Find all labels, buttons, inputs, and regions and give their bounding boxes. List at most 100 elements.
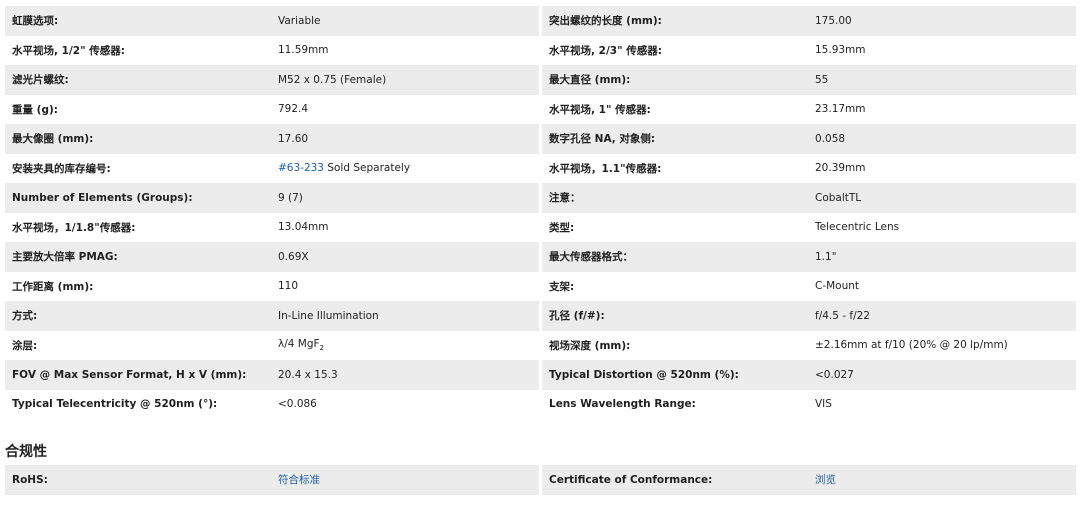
spec-row: 滤光片螺纹: M52 x 0.75 (Female) <box>5 65 539 95</box>
spec-label: 水平视场, 2/3" 传感器: <box>549 44 662 57</box>
spec-label: 主要放大倍率 PMAG: <box>12 251 118 264</box>
spec-label: 重量 (g): <box>12 103 58 116</box>
compliance-label: RoHS: <box>12 473 48 486</box>
spec-value: <0.027 <box>808 369 1076 381</box>
spec-value-text: 55 <box>815 73 829 86</box>
spec-value-text: C-Mount <box>815 280 860 293</box>
spec-value-text: λ/4 MgF <box>278 338 320 351</box>
spec-value-text: ±2.16mm at f/10 (20% @ 20 lp/mm) <box>815 339 1008 352</box>
spec-label: 滤光片螺纹: <box>12 74 69 87</box>
spec-row: 重量 (g): 792.4 <box>5 95 539 125</box>
rohs-compliant-link[interactable]: 符合标准 <box>278 474 320 486</box>
spec-value: 0.69X <box>271 251 539 263</box>
spec-label: 最大直径 (mm): <box>549 74 631 87</box>
spec-value-text: 1.1" <box>815 250 837 263</box>
spec-value-text: 792.4 <box>278 103 309 116</box>
spec-value: 9 (7) <box>271 192 539 204</box>
spec-row: 孔径 (f/#): f/4.5 - f/22 <box>542 301 1076 331</box>
spec-value-text: 17.60 <box>278 132 309 145</box>
spec-value-text: CobaltTL <box>815 191 862 204</box>
spec-value: 17.60 <box>271 133 539 145</box>
spec-label: 方式: <box>12 310 38 323</box>
spec-row: 工作距离 (mm): 110 <box>5 272 539 302</box>
spec-value: 23.17mm <box>808 103 1076 115</box>
spec-row: 最大像圈 (mm): 17.60 <box>5 124 539 154</box>
spec-row: 安装夹具的库存编号: #63-233 Sold Separately <box>5 154 539 184</box>
spec-value: 13.04mm <box>271 221 539 233</box>
spec-value: 0.058 <box>808 133 1076 145</box>
spec-value: 792.4 <box>271 103 539 115</box>
spec-value: Telecentric Lens <box>808 221 1076 233</box>
spec-value: Variable <box>271 15 539 27</box>
spec-value-text: Variable <box>278 14 321 27</box>
spec-value-text: 0.058 <box>815 132 846 145</box>
compliance-table: RoHS: 符合标准 Certificate of Conformance: 浏… <box>5 465 1076 495</box>
spec-label: FOV @ Max Sensor Format, H x V (mm): <box>12 368 247 381</box>
spec-label: 虹膜选项: <box>12 15 59 28</box>
compliance-right-column: Certificate of Conformance: 浏览 <box>542 465 1076 495</box>
spec-value: 175.00 <box>808 15 1076 27</box>
spec-value: 110 <box>271 280 539 292</box>
compliance-label: Certificate of Conformance: <box>549 473 713 486</box>
spec-row: Lens Wavelength Range: VIS <box>542 390 1076 420</box>
compliance-left-column: RoHS: 符合标准 <box>5 465 539 495</box>
spec-label: 涂层: <box>12 339 38 352</box>
spec-value: C-Mount <box>808 280 1076 292</box>
spec-value: M52 x 0.75 (Female) <box>271 74 539 86</box>
spec-row: Typical Telecentricity @ 520nm (°): <0.08… <box>5 390 539 420</box>
spec-label: Typical Telecentricity @ 520nm (°): <box>12 398 218 411</box>
spec-row: 水平视场，1/1.8"传感器: 13.04mm <box>5 213 539 243</box>
spec-row: 数字孔径 NA, 对象侧: 0.058 <box>542 124 1076 154</box>
spec-value-text: M52 x 0.75 (Female) <box>278 73 387 86</box>
spec-label: 水平视场，1/1.8"传感器: <box>12 221 136 234</box>
spec-value: <0.086 <box>271 398 539 410</box>
spec-row: 方式: In-Line Illumination <box>5 301 539 331</box>
spec-value-text: 110 <box>278 280 299 293</box>
spec-value-text: <0.027 <box>815 368 854 381</box>
spec-row: 突出螺纹的长度 (mm): 175.00 <box>542 6 1076 36</box>
spec-value-text: Telecentric Lens <box>815 221 900 234</box>
spec-row: 主要放大倍率 PMAG: 0.69X <box>5 242 539 272</box>
spec-label: 水平视场, 1/2" 传感器: <box>12 44 125 57</box>
spec-label: 支架: <box>549 280 575 293</box>
spec-label: 视场深度 (mm): <box>549 339 631 352</box>
spec-value: In-Line Illumination <box>271 310 539 322</box>
spec-label: 安装夹具的库存编号: <box>12 162 111 175</box>
spec-row: 最大直径 (mm): 55 <box>542 65 1076 95</box>
spec-row: 注意： CobaltTL <box>542 183 1076 213</box>
spec-value: f/4.5 - f/22 <box>808 310 1076 322</box>
specs-table: 虹膜选项: Variable 水平视场, 1/2" 传感器: 11.59mm 滤光片螺纹… <box>5 6 1076 419</box>
spec-value-text: 23.17mm <box>815 103 866 116</box>
spec-value-text: 175.00 <box>815 14 852 27</box>
spec-row: Typical Distortion @ 520nm (%): <0.027 <box>542 360 1076 390</box>
spec-value-text: 0.69X <box>278 250 309 263</box>
certificate-view-link[interactable]: 浏览 <box>815 474 836 486</box>
spec-label: Typical Distortion @ 520nm (%): <box>549 368 739 381</box>
spec-row: 水平视场, 1/2" 传感器: 11.59mm <box>5 36 539 66</box>
spec-label: 最大像圈 (mm): <box>12 133 94 146</box>
compliance-row: RoHS: 符合标准 <box>5 465 539 495</box>
spec-value: λ/4 MgF2 <box>271 338 539 352</box>
spec-value-text: 20.39mm <box>815 162 866 175</box>
spec-row: 水平视场, 2/3" 传感器: 15.93mm <box>542 36 1076 66</box>
spec-row: Number of Elements (Groups): 9 (7) <box>5 183 539 213</box>
spec-label: 孔径 (f/#): <box>549 310 605 323</box>
compliance-row: Certificate of Conformance: 浏览 <box>542 465 1076 495</box>
compliance-title: 合规性 <box>5 444 47 460</box>
spec-label: Lens Wavelength Range: <box>549 398 696 411</box>
spec-label: Number of Elements (Groups): <box>12 191 193 204</box>
spec-value: ±2.16mm at f/10 (20% @ 20 lp/mm) <box>808 339 1076 351</box>
spec-label: 最大传感器格式： <box>549 251 633 264</box>
spec-value: CobaltTL <box>808 192 1076 204</box>
spec-row: 虹膜选项: Variable <box>5 6 539 36</box>
spec-value: 20.4 x 15.3 <box>271 369 539 381</box>
spec-value-suffix: Sold Separately <box>324 162 411 175</box>
spec-row: 水平视场，1.1"传感器: 20.39mm <box>542 154 1076 184</box>
spec-value-text: In-Line Illumination <box>278 309 379 322</box>
stock-number-link[interactable]: #63-233 <box>278 162 324 174</box>
spec-value: VIS <box>808 398 1076 410</box>
spec-value-text: 9 (7) <box>278 191 303 204</box>
spec-label: 注意： <box>549 192 581 205</box>
specs-left-column: 虹膜选项: Variable 水平视场, 1/2" 传感器: 11.59mm 滤光片螺纹… <box>5 6 539 419</box>
spec-row: 类型: Telecentric Lens <box>542 213 1076 243</box>
